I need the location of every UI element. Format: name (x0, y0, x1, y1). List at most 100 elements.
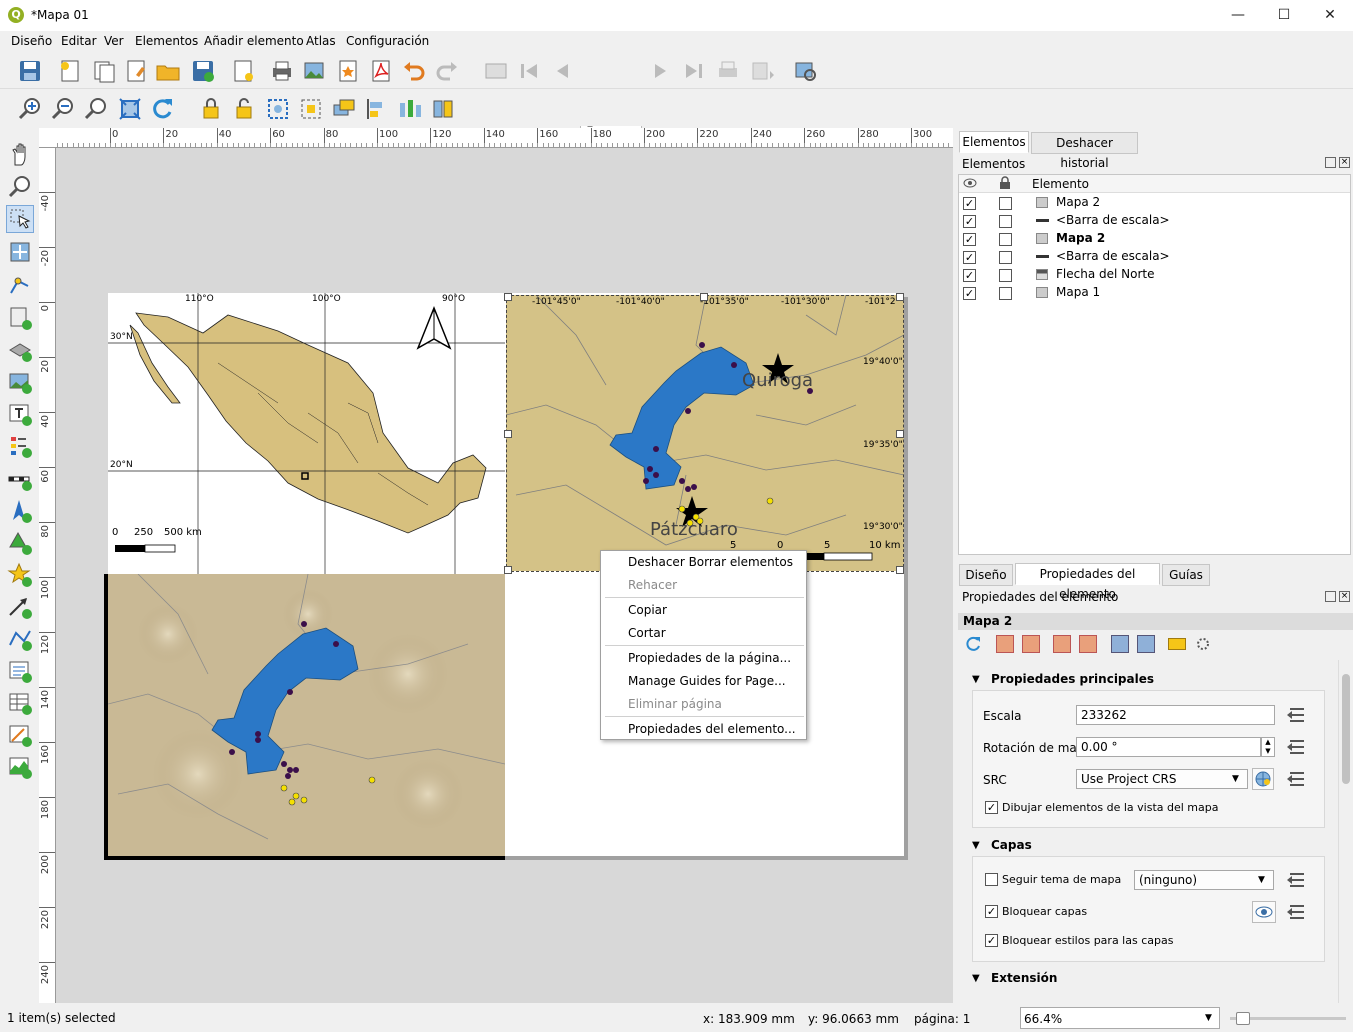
data-defined-override-icon[interactable] (1286, 903, 1308, 921)
add-shape-icon[interactable] (6, 529, 34, 557)
export-image-icon[interactable] (301, 57, 329, 85)
lock-checkbox[interactable] (999, 233, 1012, 246)
group-title-extent[interactable]: Extensión (991, 971, 1057, 985)
resize-handle[interactable] (896, 430, 904, 438)
add-picture-icon[interactable] (6, 368, 34, 396)
add-3d-map-icon[interactable] (6, 336, 34, 364)
menu-elementos[interactable]: Elementos (135, 34, 198, 48)
first-feature-icon[interactable] (515, 57, 543, 85)
rotation-spinner[interactable]: ▲ ▼ (1261, 737, 1275, 757)
undo-icon[interactable] (400, 57, 428, 85)
zoom-tool-icon[interactable] (6, 173, 34, 201)
menu-editar[interactable]: Editar (61, 34, 97, 48)
close-panel-icon[interactable]: × (1339, 591, 1350, 602)
add-marker-icon[interactable] (6, 561, 34, 589)
close-panel-icon[interactable]: × (1339, 157, 1350, 168)
selection-frame[interactable] (506, 295, 904, 572)
visibility-checkbox[interactable]: ✓ (963, 233, 976, 246)
lock-layers-checkbox[interactable]: ✓ (985, 905, 998, 918)
labeling-settings-icon[interactable] (1168, 638, 1186, 650)
cm-manage-guides[interactable]: Manage Guides for Page... (628, 674, 786, 688)
add-scalebar-icon[interactable] (6, 465, 34, 493)
collapse-icon[interactable]: ▼ (972, 840, 980, 851)
view-extent-in-canvas-icon[interactable] (1022, 635, 1040, 653)
data-defined-override-icon[interactable] (1286, 706, 1308, 724)
add-arrow-icon[interactable] (6, 593, 34, 621)
add-map-icon[interactable] (6, 304, 34, 332)
float-panel-icon[interactable] (1325, 157, 1336, 168)
save-icon[interactable] (16, 57, 44, 85)
export-svg-icon[interactable] (334, 57, 362, 85)
resize-handle[interactable] (504, 566, 512, 574)
bookmarks-icon[interactable] (1111, 635, 1129, 653)
data-defined-override-icon[interactable] (1286, 738, 1308, 756)
group-title-layers[interactable]: Capas (991, 838, 1032, 852)
element-row[interactable]: ✓ Mapa 2 (959, 230, 1350, 248)
group-title-main[interactable]: Propiedades principales (991, 672, 1154, 686)
redo-icon[interactable] (433, 57, 461, 85)
set-to-canvas-scale-icon[interactable] (1053, 635, 1071, 653)
element-row[interactable]: ✓ Flecha del Norte (959, 266, 1350, 284)
menu-ver[interactable]: Ver (104, 34, 124, 48)
lock-items-icon[interactable] (197, 95, 225, 123)
atlas-settings-icon[interactable] (792, 57, 820, 85)
cm-undo-delete[interactable]: Deshacer Borrar elementos (628, 555, 793, 569)
map-theme-select[interactable]: (ninguno) ▼ (1134, 870, 1274, 890)
last-feature-icon[interactable] (680, 57, 708, 85)
cm-page-properties[interactable]: Propiedades de la página... (628, 651, 791, 665)
zoom-slider[interactable] (1230, 1012, 1346, 1025)
visibility-checkbox[interactable]: ✓ (963, 251, 976, 264)
export-pdf-icon[interactable] (367, 57, 395, 85)
float-panel-icon[interactable] (1325, 591, 1336, 602)
crs-select[interactable]: Use Project CRS ▼ (1076, 769, 1248, 789)
draw-items-checkbox[interactable]: ✓ (985, 801, 998, 814)
export-atlas-icon[interactable] (748, 57, 776, 85)
menu-anadir-elemento[interactable]: Añadir elemento (204, 34, 304, 48)
maximize-button[interactable]: ☐ (1261, 0, 1307, 31)
zoom-out-icon[interactable] (49, 95, 77, 123)
new-layout-icon[interactable] (56, 57, 84, 85)
add-html-icon[interactable] (6, 657, 34, 685)
map1-mexico[interactable]: 110°O 100°O 90°O 30°N 20°N 0 250 500 km (108, 293, 505, 574)
tab-propiedades-elemento[interactable]: Propiedades del elemento (1015, 563, 1160, 601)
add-legend-icon[interactable] (6, 432, 34, 460)
save-template-icon[interactable] (189, 57, 217, 85)
rotation-input[interactable]: 0.00 ° (1076, 737, 1261, 757)
scale-input[interactable]: 233262 (1076, 705, 1275, 725)
zoom-in-icon[interactable] (16, 95, 44, 123)
element-row[interactable]: ✓ Mapa 2 (959, 194, 1350, 212)
lock-checkbox[interactable] (999, 287, 1012, 300)
close-button[interactable]: ✕ (1307, 0, 1353, 31)
resize-items-icon[interactable] (429, 95, 457, 123)
eye-icon[interactable] (1252, 901, 1276, 923)
minimize-button[interactable]: — (1215, 0, 1261, 31)
tab-diseno[interactable]: Diseño (959, 564, 1013, 586)
edit-nodes-icon[interactable] (6, 271, 34, 299)
map-relief[interactable] (108, 574, 505, 856)
unlock-items-icon[interactable] (230, 95, 258, 123)
ruler-horizontal[interactable]: 0 20 40 60 80 100 120 140 160 180 200 220 240 260 280 3… (56, 128, 953, 148)
resize-handle[interactable] (700, 293, 708, 301)
data-defined-override-icon[interactable] (1286, 770, 1308, 788)
lock-checkbox[interactable] (999, 251, 1012, 264)
data-defined-override-icon[interactable] (1286, 871, 1308, 889)
visibility-checkbox[interactable]: ✓ (963, 269, 976, 282)
cm-copy[interactable]: Copiar (628, 603, 667, 617)
zoom-full-icon[interactable] (116, 95, 144, 123)
element-row[interactable]: ✓ <Barra de escala> (959, 212, 1350, 230)
collapse-icon[interactable]: ▼ (972, 674, 980, 685)
select-crs-icon[interactable] (1252, 768, 1274, 790)
tab-deshacer-historial[interactable]: Deshacer historial (1031, 132, 1138, 170)
clipping-settings-icon[interactable] (1194, 635, 1212, 653)
element-row[interactable]: ✓ Mapa 1 (959, 284, 1350, 302)
resize-handle[interactable] (896, 566, 904, 574)
next-feature-icon[interactable] (647, 57, 675, 85)
tab-elementos[interactable]: Elementos (959, 131, 1029, 153)
visibility-checkbox[interactable]: ✓ (963, 287, 976, 300)
lock-checkbox[interactable] (999, 269, 1012, 282)
visibility-checkbox[interactable]: ✓ (963, 197, 976, 210)
lock-styles-checkbox[interactable]: ✓ (985, 934, 998, 947)
cm-item-properties[interactable]: Propiedades del elemento... (628, 722, 796, 736)
add-north-arrow-icon[interactable] (6, 497, 34, 525)
print-atlas-icon[interactable] (714, 57, 742, 85)
